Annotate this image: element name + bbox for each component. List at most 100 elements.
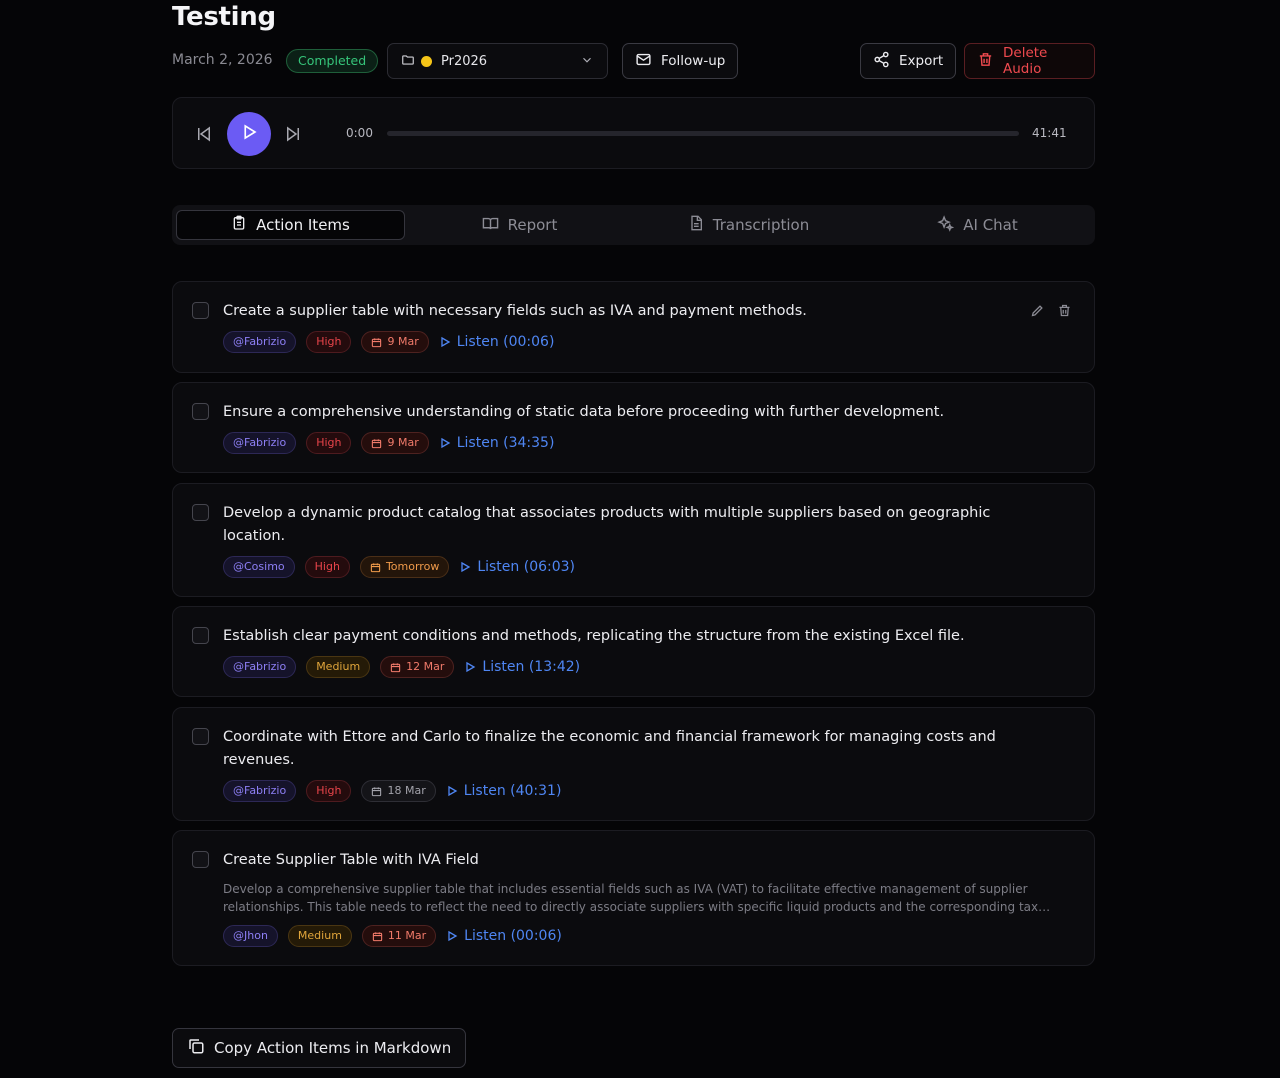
due-date-tag[interactable]: 18 Mar (361, 780, 436, 802)
calendar-icon (372, 931, 383, 941)
trash-icon[interactable] (1057, 303, 1072, 322)
listen-link[interactable]: Listen (13:42) (464, 659, 580, 675)
action-item-checkbox[interactable] (192, 851, 209, 868)
tab-label: Action Items (256, 216, 350, 234)
delete-audio-label: Delete Audio (1003, 45, 1048, 77)
assignee-tag[interactable]: @Fabrizio (223, 656, 297, 678)
due-date-tag[interactable]: 9 Mar (361, 432, 429, 454)
play-icon (240, 123, 258, 145)
listen-link[interactable]: Listen (06:03) (459, 559, 575, 575)
due-date-label: 11 Mar (387, 929, 427, 942)
folder-select[interactable]: Pr2026 (387, 43, 608, 79)
action-item-tags: @Cosimo High Tomorrow Listen (06:03) (223, 556, 575, 578)
listen-link[interactable]: Listen (34:35) (439, 435, 554, 451)
share-icon (873, 51, 899, 72)
action-item-text: Develop a dynamic product catalog that a… (223, 505, 991, 544)
play-icon (441, 336, 451, 348)
action-item-text: Create Supplier Table with IVA Field (223, 852, 479, 868)
action-item-checkbox[interactable] (192, 627, 209, 644)
current-time: 0:00 (346, 126, 373, 140)
action-item-checkbox[interactable] (192, 728, 209, 745)
audio-player: 0:00 41:41 (172, 97, 1095, 169)
play-icon (448, 785, 458, 797)
priority-tag[interactable]: High (306, 331, 352, 353)
clipboard-icon (231, 215, 256, 235)
action-item-checkbox[interactable] (192, 302, 209, 319)
listen-link[interactable]: Listen (40:31) (446, 783, 561, 799)
action-item-checkbox[interactable] (192, 403, 209, 420)
export-label: Export (899, 53, 944, 69)
tab-ai-chat[interactable]: AI Chat (863, 210, 1092, 240)
play-icon (441, 437, 451, 449)
skip-back-icon[interactable] (195, 125, 213, 147)
sparkles-icon (937, 214, 963, 236)
skip-forward-icon[interactable] (284, 125, 302, 147)
play-button[interactable] (227, 112, 271, 156)
assignee-tag[interactable]: @Fabrizio (223, 780, 297, 802)
action-item-checkbox[interactable] (192, 504, 209, 521)
action-item-text: Establish clear payment conditions and m… (223, 628, 965, 644)
copy-icon (187, 1037, 214, 1059)
action-item-tags: @Jhon Medium 11 Mar Listen (00:06) (223, 925, 562, 947)
action-item-tags: @Fabrizio High 9 Mar Listen (00:06) (223, 331, 554, 353)
due-date-label: Tomorrow (385, 560, 440, 573)
book-icon (482, 215, 508, 236)
action-item-card: Coordinate with Ettore and Carlo to fina… (172, 707, 1095, 821)
status-badge: Completed (286, 49, 379, 73)
folder-label: Pr2026 (441, 53, 488, 69)
priority-tag[interactable]: High (306, 432, 352, 454)
priority-tag[interactable]: Medium (306, 656, 371, 678)
calendar-icon (372, 337, 382, 347)
calendar-icon (390, 662, 401, 672)
due-date-tag[interactable]: 12 Mar (380, 656, 455, 678)
card-actions (1030, 303, 1072, 322)
tab-report[interactable]: Report (405, 210, 634, 240)
assignee-tag[interactable]: @Fabrizio (223, 331, 297, 353)
recording-date: March 2, 2026 (172, 52, 273, 68)
action-item-tags: @Fabrizio Medium 12 Mar Listen (13:42) (223, 656, 580, 678)
export-button[interactable]: Export (860, 43, 957, 79)
action-item-card: Create Supplier Table with IVA Field Dev… (172, 830, 1095, 966)
tab-label: AI Chat (963, 216, 1018, 234)
listen-link[interactable]: Listen (00:06) (446, 928, 562, 944)
assignee-tag[interactable]: @Cosimo (223, 556, 295, 578)
listen-label: Listen (13:42) (482, 659, 581, 675)
action-item-card: Establish clear payment conditions and m… (172, 606, 1095, 697)
listen-link[interactable]: Listen (00:06) (439, 334, 554, 350)
tab-action-items[interactable]: Action Items (176, 210, 405, 240)
calendar-icon (372, 786, 382, 796)
copy-markdown-button[interactable]: Copy Action Items in Markdown (172, 1028, 467, 1068)
tab-label: Report (507, 216, 558, 234)
trash-icon (977, 51, 1003, 72)
due-date-tag[interactable]: Tomorrow (359, 556, 450, 578)
priority-tag[interactable]: High (306, 780, 352, 802)
assignee-tag[interactable]: @Fabrizio (223, 432, 297, 454)
page-title: Testing (172, 2, 276, 32)
edit-icon[interactable] (1030, 303, 1045, 322)
mail-icon (635, 51, 661, 72)
play-icon (461, 561, 471, 573)
follow-up-button[interactable]: Follow-up (622, 43, 739, 79)
listen-label: Listen (06:03) (477, 559, 576, 575)
play-icon (448, 930, 458, 942)
action-item-text: Coordinate with Ettore and Carlo to fina… (223, 729, 996, 768)
assignee-tag[interactable]: @Jhon (223, 925, 278, 947)
chevron-down-icon (580, 52, 594, 71)
priority-tag[interactable]: Medium (287, 925, 352, 947)
calendar-icon (372, 438, 382, 448)
action-item-description: Develop a comprehensive supplier table t… (223, 882, 1051, 914)
due-date-label: 9 Mar (387, 436, 419, 449)
action-item-card: Ensure a comprehensive understanding of … (172, 382, 1095, 473)
tab-transcription[interactable]: Transcription (634, 210, 863, 240)
progress-track[interactable] (387, 131, 1019, 136)
action-item-card: Create a supplier table with necessary f… (172, 281, 1095, 373)
priority-tag[interactable]: High (304, 556, 350, 578)
listen-label: Listen (00:06) (464, 928, 562, 944)
due-date-label: 9 Mar (387, 335, 419, 348)
folder-icon (401, 52, 415, 71)
delete-audio-button[interactable]: Delete Audio (964, 43, 1095, 79)
document-icon (688, 215, 713, 235)
due-date-tag[interactable]: 11 Mar (361, 925, 437, 947)
action-item-tags: @Fabrizio High 18 Mar Listen (40:31) (223, 780, 561, 802)
due-date-tag[interactable]: 9 Mar (361, 331, 429, 353)
